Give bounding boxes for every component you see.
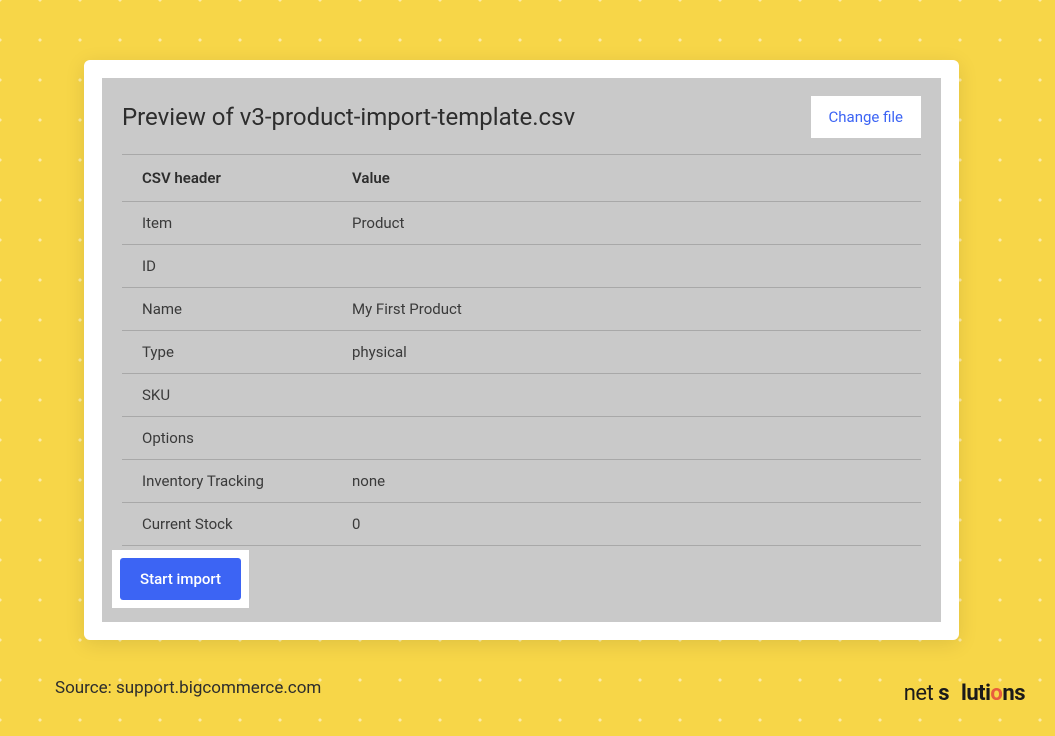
column-header-value: Value [352, 169, 390, 187]
row-key: Current Stock [142, 515, 352, 533]
logo-part: o [949, 681, 961, 706]
logo-part: s [938, 681, 949, 706]
logo-part: net [904, 681, 938, 706]
screenshot-card: Preview of v3-product-import-template.cs… [84, 60, 959, 640]
netsolutions-logo: net solutions [904, 681, 1025, 706]
table-row: Item Product [122, 202, 921, 245]
row-key: Item [142, 214, 352, 232]
column-header-csv: CSV header [142, 169, 352, 187]
table-row: ID [122, 245, 921, 288]
row-key: Inventory Tracking [142, 472, 352, 490]
start-import-button[interactable]: Start import [120, 558, 241, 600]
panel-header: Preview of v3-product-import-template.cs… [122, 96, 921, 155]
logo-part: o [990, 681, 1002, 706]
source-attribution: Source: support.bigcommerce.com [55, 678, 321, 698]
row-value: Product [352, 214, 404, 232]
table-row: Name My First Product [122, 288, 921, 331]
panel-title: Preview of v3-product-import-template.cs… [122, 103, 575, 131]
row-key: Options [142, 429, 352, 447]
logo-part: s [1014, 681, 1025, 706]
preview-table: CSV header Value Item Product ID Name My… [122, 155, 921, 546]
row-value: My First Product [352, 300, 462, 318]
row-key: Type [142, 343, 352, 361]
table-row: Type physical [122, 331, 921, 374]
row-key: SKU [142, 386, 352, 404]
table-row: SKU [122, 374, 921, 417]
row-value: none [352, 472, 385, 490]
table-row: Options [122, 417, 921, 460]
table-row: Current Stock 0 [122, 503, 921, 546]
table-header-row: CSV header Value [122, 155, 921, 202]
start-import-highlight: Start import [112, 550, 249, 608]
logo-part: u [966, 681, 978, 706]
row-value: 0 [352, 515, 360, 533]
row-value: physical [352, 343, 407, 361]
row-key: Name [142, 300, 352, 318]
logo-part: n [1002, 681, 1014, 706]
import-preview-panel: Preview of v3-product-import-template.cs… [102, 78, 941, 622]
row-key: ID [142, 257, 352, 275]
table-row: Inventory Tracking none [122, 460, 921, 503]
change-file-button[interactable]: Change file [811, 96, 921, 138]
